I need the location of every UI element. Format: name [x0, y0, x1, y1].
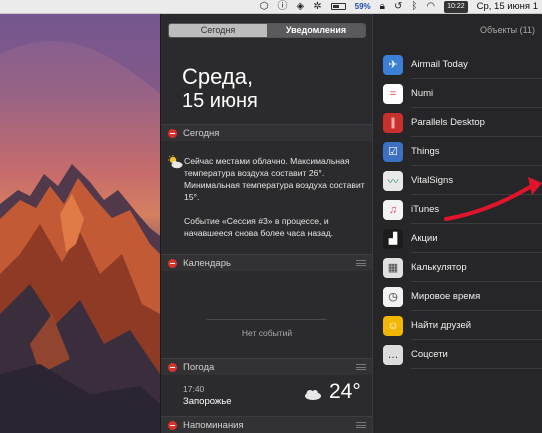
widget-item[interactable]: ▟ Акции — [373, 224, 542, 253]
calculator-icon: ▦ — [383, 257, 403, 278]
section-today: Сегодня — [161, 124, 372, 141]
remove-widget-icon[interactable] — [168, 420, 177, 430]
widget-item[interactable]: = Numi — [373, 79, 542, 108]
widget-item-label: Airmail Today — [411, 59, 468, 70]
widget-item[interactable]: ▦ Калькулятор — [373, 253, 542, 282]
weekday-heading: Среда, — [182, 64, 254, 89]
weather-summary-text: Сейчас местами облачно. Максимальная тем… — [184, 156, 365, 202]
widget-item-label: Parallels Desktop — [411, 117, 485, 128]
drag-handle-icon[interactable] — [356, 260, 366, 266]
menubar-date[interactable]: Ср, 15 июня 1 — [477, 1, 538, 13]
dropbox-icon[interactable]: ⬡ — [260, 1, 269, 13]
widget-item-label: Things — [411, 146, 440, 157]
widgets-count-title: Объекты (11) — [480, 25, 535, 35]
partly-cloudy-icon — [168, 155, 183, 169]
section-title: Сегодня — [183, 127, 220, 139]
clock-chip[interactable]: 10:22 — [444, 0, 468, 13]
social-icon: … — [383, 344, 403, 365]
section-title: Календарь — [183, 257, 231, 269]
widget-item[interactable]: ☺ Найти друзей — [373, 311, 542, 340]
date-heading: 15 июня — [182, 90, 258, 112]
airmail-icon: ✈ — [383, 54, 403, 75]
stocks-icon: ▟ — [383, 228, 403, 249]
widget-item-label: Акции — [411, 233, 438, 244]
things-icon: ☑ — [383, 141, 403, 162]
gear-icon[interactable]: ✲ — [313, 1, 321, 13]
lock-icon[interactable]: 🔒︎ — [380, 1, 385, 13]
remove-widget-icon[interactable] — [168, 128, 177, 138]
vitalsigns-icon: 〰 — [383, 170, 403, 191]
battery-level-fill — [332, 5, 339, 8]
nc-tab-switcher: Сегодня Уведомления — [168, 23, 366, 38]
tab-notifications[interactable]: Уведомления — [267, 24, 365, 37]
cloud-icon — [305, 390, 321, 400]
parallels-icon: ∥ — [383, 112, 403, 133]
wifi-icon[interactable]: ◠ — [426, 1, 435, 13]
widget-item-label: Калькулятор — [411, 262, 467, 273]
remove-widget-icon[interactable] — [168, 258, 177, 268]
itunes-icon: ♫ — [383, 199, 403, 220]
no-events-label: Нет событий — [207, 319, 327, 338]
world-clock-icon: ◷ — [383, 286, 403, 307]
drag-handle-icon[interactable] — [356, 364, 366, 370]
info-icon[interactable]: ⓘ — [278, 1, 288, 13]
event-summary-text: Событие «Сессия #3» в процессе, и начавш… — [184, 216, 334, 238]
section-title: Напоминания — [183, 419, 244, 431]
bluetooth-icon[interactable]: ᛒ — [411, 1, 417, 13]
widget-item-label: Мировое время — [411, 291, 481, 302]
mountain-illustration — [0, 14, 160, 433]
section-calendar: Календарь — [161, 254, 372, 271]
widget-item-label: Соцсети — [411, 349, 448, 360]
app-status-icon[interactable]: ◈ — [297, 1, 305, 13]
section-weather: Погода — [161, 358, 372, 375]
weather-city: Запорожье — [183, 396, 232, 407]
menu-bar: ⬡ ⓘ ◈ ✲ 59% 🔒︎ ↺ ᛒ ◠ 10:22 Ср, 15 июня 1 — [0, 0, 542, 14]
remove-widget-icon[interactable] — [168, 362, 177, 372]
widget-item[interactable]: … Соцсети — [373, 340, 542, 369]
desktop-wallpaper — [0, 14, 160, 433]
battery-percent[interactable]: 59% — [355, 1, 371, 13]
drag-handle-icon[interactable] — [356, 422, 366, 428]
time-machine-icon[interactable]: ↺ — [394, 1, 402, 13]
section-reminders: Напоминания — [161, 416, 372, 433]
calendar-widget: Нет событий — [161, 285, 372, 367]
annotation-arrow — [444, 177, 542, 221]
widget-item[interactable]: ☑ Things — [373, 137, 542, 166]
widget-item-label: Numi — [411, 88, 434, 99]
tab-today[interactable]: Сегодня — [169, 24, 267, 37]
widget-item[interactable]: ◷ Мировое время — [373, 282, 542, 311]
widget-item-label: Найти друзей — [411, 320, 472, 331]
section-title: Погода — [183, 361, 215, 373]
widget-item[interactable]: ✈ Airmail Today — [373, 50, 542, 79]
widget-item[interactable]: ∥ Parallels Desktop — [373, 108, 542, 137]
battery-icon[interactable] — [330, 3, 346, 10]
weather-time: 17:40 — [183, 384, 205, 394]
find-friends-icon: ☺ — [383, 315, 403, 336]
weather-temperature: 24° — [329, 380, 361, 403]
notification-center: Сегодня Уведомления Среда, 15 июня Сегод… — [160, 14, 372, 433]
numi-icon: = — [383, 83, 403, 104]
widget-item-label: iTunes — [411, 204, 440, 215]
